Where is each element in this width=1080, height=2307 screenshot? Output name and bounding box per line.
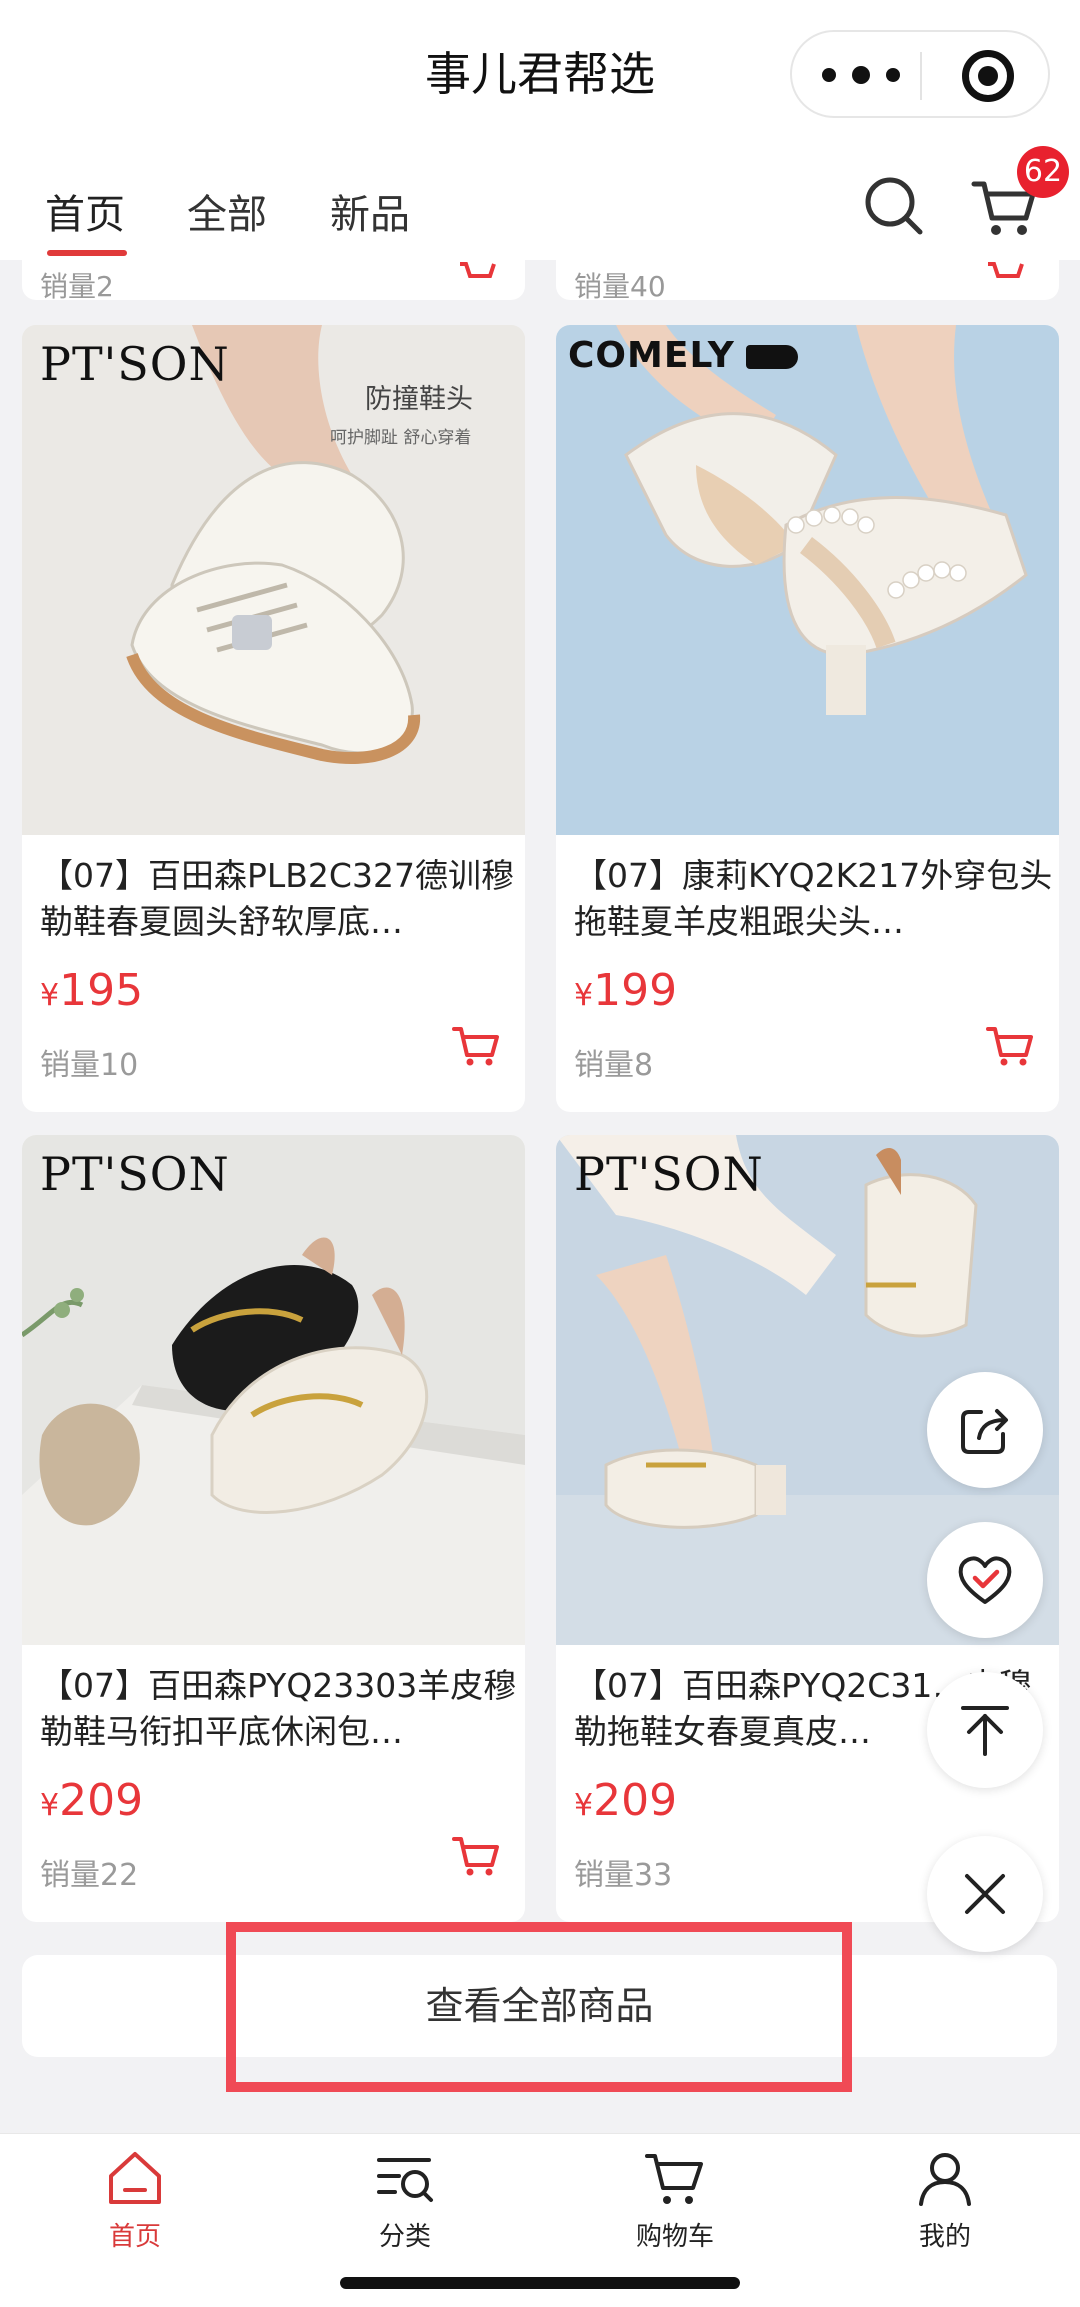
product-feed: 销量2 销量40 PT'SON 防撞鞋头 呵护脚趾 舒心穿着 【07】百田森PL…	[0, 260, 1080, 2133]
home-icon	[109, 2152, 161, 2204]
more-icon[interactable]	[822, 64, 902, 88]
product-name[interactable]: 【07】康莉KYQ2K217外穿包头拖鞋夏羊皮粗跟尖头…	[574, 853, 1054, 945]
brand-logo: PT'SON	[574, 1147, 764, 1201]
product-name[interactable]: 【07】百田森PLB2C327德训穆勒鞋春夏圆头舒软厚底…	[40, 853, 520, 945]
product-price: ¥195	[40, 965, 144, 1016]
highlight-box	[226, 1922, 852, 2092]
add-to-cart-icon[interactable]	[986, 1025, 1034, 1067]
brand-logo: PT'SON	[40, 337, 230, 391]
sales-count: 销量33	[574, 1858, 673, 1893]
product-card[interactable]: PT'SON 【07】百田森PYQ23303羊皮穆勒鞋马衔扣平底休闲包… ¥20…	[22, 1135, 525, 1922]
miniprogram-capsule	[790, 30, 1050, 118]
image-subcaption: 呵护脚趾 舒心穿着	[330, 428, 472, 448]
nav-label: 购物车	[635, 2222, 714, 2252]
user-icon	[919, 2153, 971, 2206]
active-tab-indicator	[47, 250, 127, 256]
sales-count: 销量22	[40, 1858, 139, 1893]
product-image[interactable]: PT'SON 防撞鞋头 呵护脚趾 舒心穿着	[22, 325, 525, 835]
search-icon[interactable]	[862, 174, 926, 238]
tab-bar: 首页 全部 新品	[0, 150, 1080, 260]
product-card[interactable]: PT'SON 防撞鞋头 呵护脚趾 舒心穿着 【07】百田森PLB2C327德训穆…	[22, 325, 525, 1112]
nav-home[interactable]: 首页	[55, 2146, 215, 2253]
heart-check-icon	[958, 1556, 1012, 1604]
product-card[interactable]: COMELY 【07】康莉KYQ2K217外穿包头拖鞋夏羊皮粗跟尖头… ¥199…	[556, 325, 1059, 1112]
product-image[interactable]: PT'SON	[22, 1135, 525, 1645]
nav-cart[interactable]: 购物车	[595, 2146, 755, 2253]
tab-home[interactable]: 首页	[45, 182, 125, 240]
cart-count-badge: 62	[1017, 146, 1069, 198]
cart-icon	[645, 2154, 703, 2204]
product-name[interactable]: 【07】百田森PYQ23303羊皮穆勒鞋马衔扣平底休闲包…	[40, 1663, 520, 1755]
nav-label: 分类	[378, 2222, 431, 2252]
sales-count: 销量2	[40, 270, 114, 300]
arrow-up-icon	[961, 1706, 1009, 1756]
back-to-top-button[interactable]	[927, 1672, 1043, 1788]
add-to-cart-icon[interactable]	[452, 1025, 500, 1067]
nav-label: 我的	[918, 2222, 971, 2252]
share-icon	[961, 1409, 1008, 1454]
product-card-partial[interactable]: 销量40	[556, 260, 1059, 300]
nav-me[interactable]: 我的	[865, 2146, 1025, 2253]
tab-new[interactable]: 新品	[330, 182, 410, 240]
add-to-cart-icon[interactable]	[452, 1835, 500, 1877]
close-float-button[interactable]	[927, 1836, 1043, 1952]
product-image[interactable]: COMELY	[556, 325, 1059, 835]
nav-label: 首页	[108, 2222, 161, 2252]
add-to-cart-icon[interactable]	[458, 262, 496, 282]
nav-category[interactable]: 分类	[325, 2146, 485, 2253]
home-indicator	[340, 2277, 740, 2289]
image-caption: 防撞鞋头	[365, 384, 473, 415]
product-price: ¥209	[574, 1775, 678, 1826]
category-icon	[377, 2158, 433, 2202]
share-button[interactable]	[927, 1372, 1043, 1488]
tab-all[interactable]: 全部	[187, 182, 267, 240]
product-card-partial[interactable]: 销量2	[22, 260, 525, 300]
brand-logo: COMELY	[568, 335, 735, 376]
close-icon	[965, 1874, 1005, 1914]
product-price: ¥209	[40, 1775, 144, 1826]
title-bar: 事儿君帮选	[0, 0, 1080, 150]
capsule-divider	[920, 52, 922, 100]
close-miniprogram-icon[interactable]	[962, 50, 1014, 102]
brand-logo-mark	[746, 345, 798, 369]
favorite-button[interactable]	[927, 1522, 1043, 1638]
sales-count: 销量10	[40, 1048, 139, 1083]
product-price: ¥199	[574, 965, 678, 1016]
sales-count: 销量8	[574, 1048, 654, 1083]
brand-logo: PT'SON	[40, 1147, 230, 1201]
add-to-cart-icon[interactable]	[986, 262, 1024, 282]
sales-count: 销量40	[574, 270, 666, 300]
